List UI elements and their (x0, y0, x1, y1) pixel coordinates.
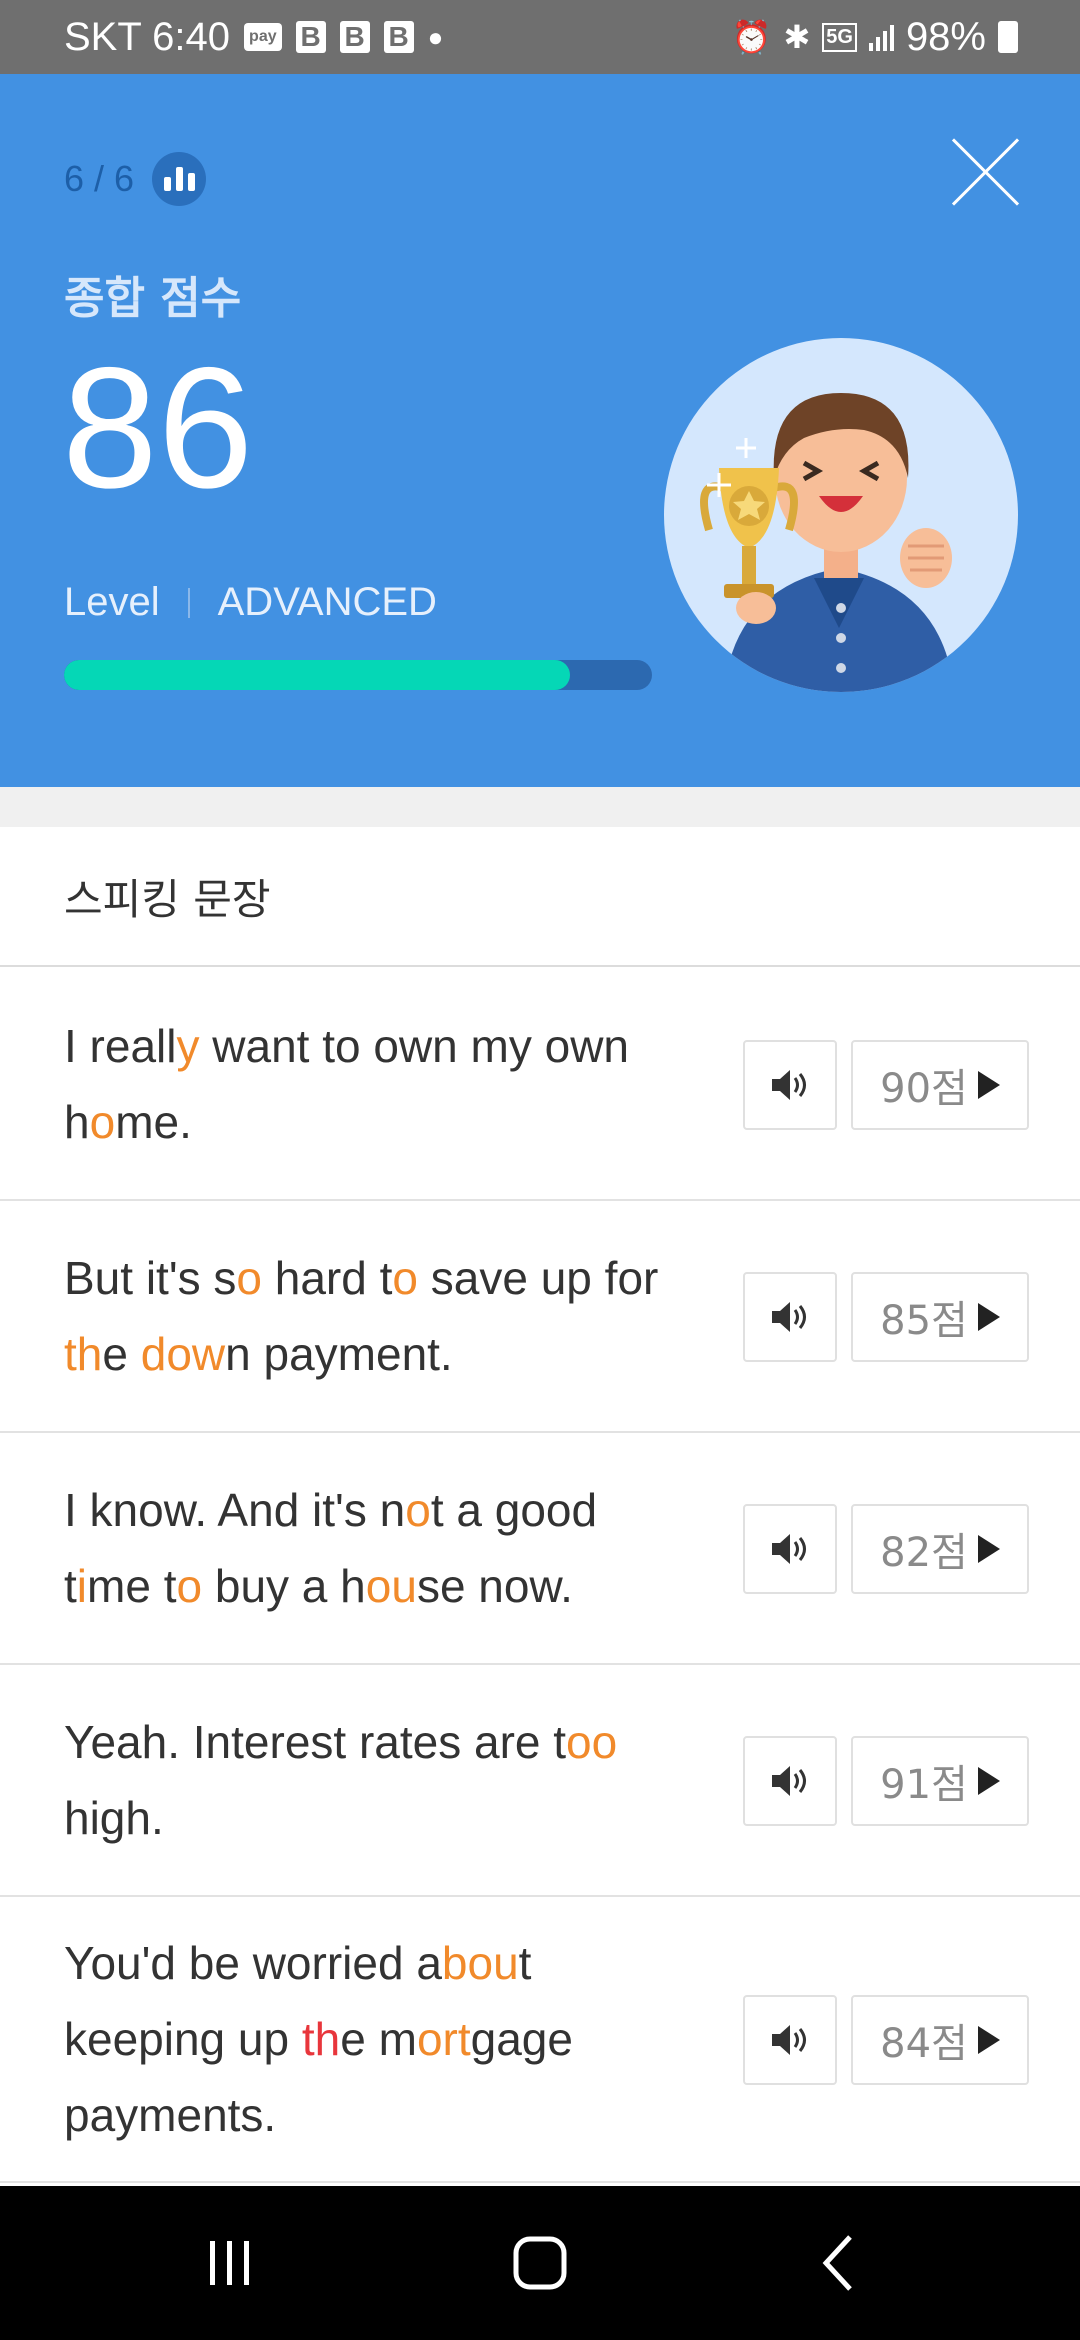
sentence-text: Yeah. Interest rates are too high. (0, 1704, 690, 1856)
sentence-score-button[interactable]: 91점 (851, 1736, 1029, 1826)
mispronounced-segment: i (76, 1560, 88, 1612)
mispronounced-segment: o (236, 1252, 262, 1304)
sentence-row: Yeah. Interest rates are too high. 91점 (0, 1665, 1080, 1897)
progress-text: 6 / 6 (64, 158, 135, 199)
triangle-right-icon (977, 1303, 1000, 1331)
status-bar: SKT 6:40 pay B B B ● ⏰ ✱ 5G 98% (0, 0, 1080, 74)
sentence-segment: se now. (416, 1560, 573, 1612)
sentence-text: I know. And it's not a good time to buy … (0, 1472, 690, 1624)
sentence-segment: me t (87, 1560, 177, 1612)
system-navigation-bar (0, 2186, 1080, 2340)
bluetooth-icon: ✱ (783, 19, 811, 55)
speaker-icon (772, 1302, 806, 1332)
sentence-segment: Yeah. Interest rates are t (64, 1716, 567, 1768)
sentence-score-button[interactable]: 84점 (851, 1995, 1029, 2085)
sentence-segment: hard t (261, 1252, 393, 1304)
sentence-score: 85점 (880, 1298, 968, 1344)
sentence-text: But it's so hard to save up for the down… (0, 1240, 690, 1392)
sentence-segment: high. (64, 1792, 164, 1844)
sentence-segment: You'd be worried a (64, 1937, 442, 1989)
mispronounced-segment: ou (365, 1560, 417, 1612)
score-header: 6 / 6 종합 점수 86 Level ADVANCED (0, 74, 1080, 787)
sentence-row: I really want to own my own home. 90점 (0, 969, 1080, 1201)
battery-icon (998, 21, 1018, 53)
triangle-right-icon (977, 1071, 1000, 1099)
sentence-list: I really want to own my own home. 90점 But … (0, 969, 1080, 2183)
sentence-row: You'd be worried about keeping up the mo… (0, 1897, 1080, 2183)
mispronounced-segment: oo (566, 1716, 618, 1768)
sentence-row: But it's so hard to save up for the down… (0, 1201, 1080, 1433)
mispronounced-segment: o (89, 1096, 116, 1148)
sentence-score: 91점 (880, 1762, 968, 1808)
score-progress-fill (64, 660, 570, 690)
alarm-icon: ⏰ (731, 19, 772, 55)
network-type: 5G (822, 22, 857, 52)
question-progress: 6 / 6 (64, 152, 207, 206)
sentence-segment: me. (115, 1096, 192, 1148)
sentence-segment: e m (340, 2013, 417, 2065)
triangle-right-icon (977, 2026, 1000, 2054)
mispronounced-segment: o (176, 1560, 203, 1612)
total-score-label: 종합 점수 (64, 273, 242, 324)
trophy-character-illustration (664, 338, 1018, 692)
mispronounced-segment: bou (441, 1937, 519, 1989)
more-notifications-icon: ● (427, 21, 444, 52)
close-icon[interactable] (950, 136, 1020, 206)
mispronounced-segment: y (176, 1020, 200, 1072)
mispronounced-segment: o (405, 1484, 431, 1536)
play-audio-button[interactable] (743, 1040, 837, 1130)
signal-icon (868, 23, 894, 51)
home-icon[interactable] (490, 2186, 590, 2340)
play-audio-button[interactable] (743, 1736, 837, 1826)
sentence-segment: I reall (64, 1020, 177, 1072)
mispronounced-segment: dow (140, 1328, 226, 1380)
sentence-segment: e (102, 1328, 141, 1380)
sentence-segment: But it's s (64, 1252, 237, 1304)
sentence-segment: I know. And it's n (64, 1484, 406, 1536)
app-notification-icon: B (339, 21, 370, 53)
app-notification-icon: B (295, 21, 326, 53)
level-row: Level ADVANCED (64, 580, 437, 625)
section-title: 스피킹 문장 (0, 827, 1080, 967)
level-label: Level (64, 580, 160, 624)
mispronounced-segment: o (392, 1252, 418, 1304)
play-audio-button[interactable] (743, 1504, 837, 1594)
mispronounced-segment: th (301, 2013, 341, 2065)
back-icon[interactable] (790, 2186, 890, 2340)
divider (187, 587, 190, 618)
pay-badge-icon: pay (244, 23, 282, 51)
speaker-icon (772, 2025, 806, 2055)
play-audio-button[interactable] (743, 1995, 837, 2085)
mispronounced-segment: ort (416, 2013, 471, 2065)
total-score: 86 (62, 332, 254, 524)
sentence-segment: save up for (418, 1252, 659, 1304)
sentence-score-button[interactable]: 85점 (851, 1272, 1029, 1362)
triangle-right-icon (977, 1535, 1000, 1563)
sentence-text: You'd be worried about keeping up the mo… (0, 1925, 690, 2153)
sentence-score: 90점 (880, 1066, 968, 1112)
speaker-icon (772, 1766, 806, 1796)
level-value: ADVANCED (217, 580, 437, 624)
triangle-right-icon (977, 1767, 1000, 1795)
score-progress-bar (64, 660, 652, 690)
bar-chart-icon[interactable] (152, 152, 207, 206)
sentence-score-button[interactable]: 82점 (851, 1504, 1029, 1594)
sentence-score-button[interactable]: 90점 (851, 1040, 1029, 1130)
section-divider (0, 787, 1080, 827)
app-notification-icon: B (383, 21, 414, 53)
speaker-icon (772, 1534, 806, 1564)
play-audio-button[interactable] (743, 1272, 837, 1362)
carrier-time: SKT 6:40 (64, 14, 231, 59)
mispronounced-segment: th (64, 1328, 103, 1380)
sentence-row: I know. And it's not a good time to buy … (0, 1433, 1080, 1665)
sentence-segment: n payment. (225, 1328, 453, 1380)
sentence-segment: buy a h (202, 1560, 366, 1612)
sentence-text: I really want to own my own home. (0, 1008, 690, 1160)
speaker-icon (772, 1070, 806, 1100)
sentence-score: 82점 (880, 1530, 968, 1576)
recent-apps-icon[interactable] (180, 2186, 280, 2340)
battery-level: 98% (905, 14, 986, 59)
sentence-score: 84점 (880, 2021, 968, 2067)
